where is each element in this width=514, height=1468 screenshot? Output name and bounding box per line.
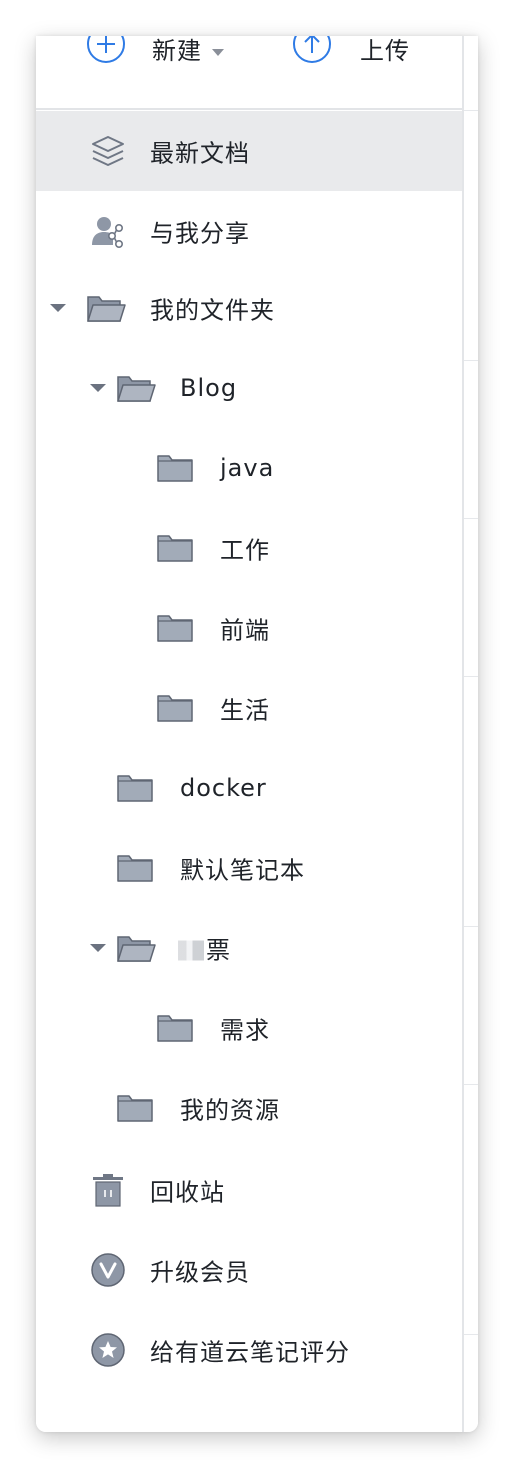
folder-icon (116, 773, 154, 803)
sidebar: 新建 上传 最新文档 与我分享 我的文件夹 Blog java 工作 前端 生活… (36, 36, 462, 1432)
folder-item-requirements[interactable]: 需求 (36, 988, 462, 1068)
folder-label: 前端 (220, 616, 270, 645)
row-divider (464, 926, 478, 927)
row-divider (464, 1084, 478, 1085)
folder-open-icon (86, 293, 126, 323)
plus-circle-icon (86, 36, 126, 64)
star-badge-icon (90, 1332, 126, 1368)
folder-icon (116, 853, 154, 883)
nav-item-upgrade[interactable]: 升级会员 (36, 1230, 462, 1310)
nav-item-label: 升级会员 (150, 1258, 250, 1287)
vip-badge-icon (90, 1252, 126, 1288)
nav-item-shared[interactable]: 与我分享 (36, 191, 462, 271)
folder-item-blog[interactable]: Blog (36, 348, 462, 428)
nav-item-recent[interactable]: 最新文档 (36, 111, 462, 191)
folder-label: 生活 (220, 696, 270, 725)
folder-label: 票 (178, 931, 231, 966)
folder-icon (156, 613, 194, 643)
folder-label: java (220, 454, 275, 482)
row-divider (464, 110, 478, 111)
layers-icon (90, 133, 126, 169)
note-list-edge (464, 36, 478, 1432)
row-divider (464, 360, 478, 361)
folder-label: Blog (180, 374, 238, 402)
new-button-label: 新建 (152, 36, 202, 65)
new-button[interactable]: 新建 (86, 36, 224, 66)
nav-item-my-folders[interactable]: 我的文件夹 (36, 268, 462, 348)
folder-item-default-notebook[interactable]: 默认笔记本 (36, 828, 462, 908)
caret-down-icon[interactable] (50, 304, 66, 312)
folder-label: docker (180, 774, 267, 802)
folder-label-text: 票 (206, 936, 231, 965)
folder-label: 工作 (220, 536, 270, 565)
user-share-icon (90, 213, 126, 249)
chevron-down-icon (212, 48, 224, 56)
redacted-mask (178, 940, 204, 961)
folder-open-icon (116, 373, 156, 403)
folder-label: 需求 (220, 1016, 270, 1045)
nav-item-label: 最新文档 (150, 139, 250, 168)
row-divider (464, 518, 478, 519)
folder-label: 默认笔记本 (180, 856, 305, 885)
folder-icon (156, 533, 194, 563)
upload-button-label: 上传 (360, 36, 410, 65)
nav-item-rate[interactable]: 给有道云笔记评分 (36, 1310, 462, 1390)
folder-item-work[interactable]: 工作 (36, 508, 462, 588)
folder-item-docker[interactable]: docker (36, 748, 462, 828)
nav-item-label: 给有道云笔记评分 (150, 1338, 350, 1367)
folder-item-my-resources[interactable]: 我的资源 (36, 1068, 462, 1148)
app-window: 新建 上传 最新文档 与我分享 我的文件夹 Blog java 工作 前端 生活… (36, 36, 478, 1432)
caret-down-icon[interactable] (90, 944, 106, 952)
trash-icon (90, 1172, 126, 1208)
folder-icon (156, 1013, 194, 1043)
nav-item-label: 回收站 (150, 1178, 225, 1207)
folder-icon (156, 453, 194, 483)
folder-item-java[interactable]: java (36, 428, 462, 508)
nav-item-label: 我的文件夹 (150, 296, 275, 325)
nav-item-label: 与我分享 (150, 219, 250, 248)
folder-item-frontend[interactable]: 前端 (36, 588, 462, 668)
folder-label: 我的资源 (180, 1096, 280, 1125)
nav-item-trash[interactable]: 回收站 (36, 1150, 462, 1230)
upload-arrow-icon (292, 36, 332, 64)
folder-item-life[interactable]: 生活 (36, 668, 462, 748)
upload-button[interactable]: 上传 (292, 36, 410, 66)
folder-icon (116, 1093, 154, 1123)
sidebar-toolbar: 新建 上传 (36, 36, 462, 110)
row-divider (464, 1334, 478, 1335)
caret-down-icon[interactable] (90, 384, 106, 392)
row-divider (464, 676, 478, 677)
folder-open-icon (116, 933, 156, 963)
folder-icon (156, 693, 194, 723)
folder-item-tickets[interactable]: 票 (36, 908, 462, 988)
